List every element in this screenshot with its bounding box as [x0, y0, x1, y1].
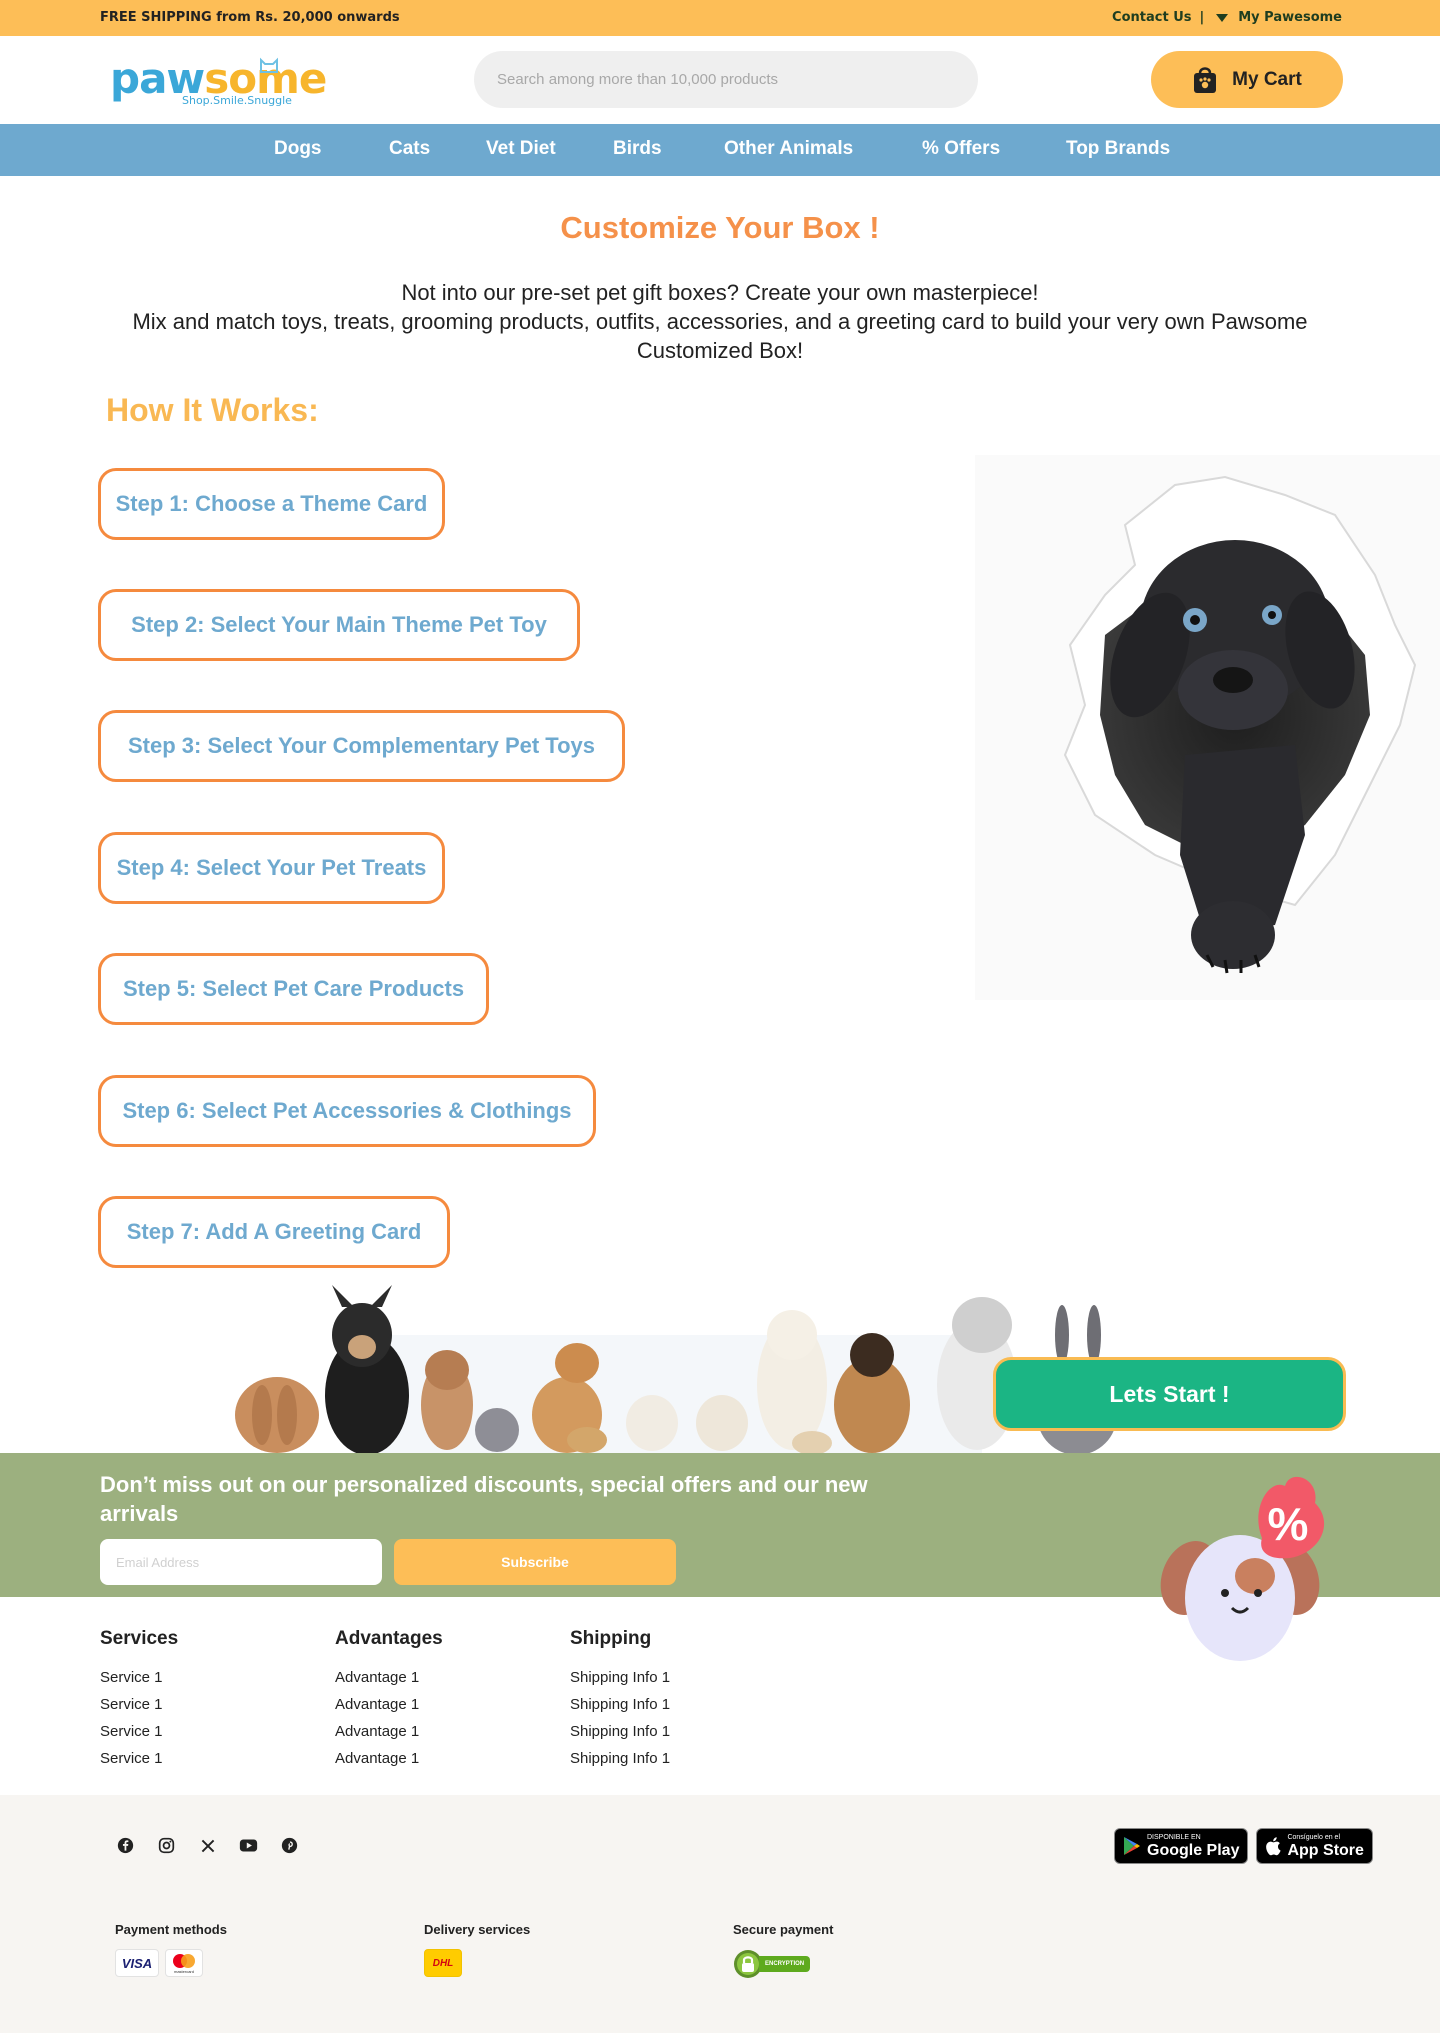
nav-item-birds[interactable]: Birds: [613, 138, 662, 160]
search-input[interactable]: [474, 51, 978, 108]
app-store-text: Consíguelo en el App Store: [1287, 1834, 1363, 1859]
google-play-badge[interactable]: DISPONIBLE EN Google Play: [1114, 1828, 1249, 1864]
instagram-icon[interactable]: [157, 1836, 176, 1855]
nav-item-offers[interactable]: % Offers: [922, 138, 1000, 160]
discount-dog-mascot-icon: %: [1160, 1476, 1325, 1661]
visa-badge: VISA: [115, 1949, 159, 1977]
google-play-small-text: DISPONIBLE EN: [1147, 1833, 1201, 1841]
logo-cat-icon: [260, 57, 278, 73]
facebook-icon[interactable]: [116, 1836, 135, 1855]
footer-advantage-link[interactable]: Advantage 1: [335, 1664, 443, 1691]
footer-advantages-column: Advantages Advantage 1 Advantage 1 Advan…: [335, 1628, 443, 1772]
dhl-badge: DHL: [424, 1949, 462, 1977]
social-links: [116, 1836, 299, 1855]
google-play-icon: [1124, 1837, 1140, 1855]
nav-item-other-animals[interactable]: Other Animals: [724, 138, 853, 160]
main-nav: Dogs Cats Vet Diet Birds Other Animals %…: [0, 124, 1440, 176]
nav-item-vet-diet[interactable]: Vet Diet: [486, 138, 556, 160]
intro-line-2: Mix and match toys, treats, grooming pro…: [132, 309, 1308, 363]
intro-line-1: Not into our pre-set pet gift boxes? Cre…: [401, 280, 1039, 305]
footer-advantage-link[interactable]: Advantage 1: [335, 1718, 443, 1745]
footer-service-link[interactable]: Service 1: [100, 1745, 178, 1772]
discount-percent-symbol: %: [1268, 1498, 1309, 1550]
delivery-services: Delivery services DHL: [424, 1922, 530, 1977]
encryption-label: ENCRYPTION: [759, 1956, 811, 1972]
logo-tagline: Shop.Smile.Snuggle: [182, 94, 292, 107]
footer-service-link[interactable]: Service 1: [100, 1691, 178, 1718]
app-store-badge[interactable]: Consíguelo en el App Store: [1256, 1828, 1373, 1864]
shopping-bag-icon: [1194, 66, 1217, 93]
app-store-small-text: Consíguelo en el: [1287, 1833, 1341, 1841]
cart-label: My Cart: [1232, 68, 1302, 90]
google-play-big-text: Google Play: [1147, 1841, 1240, 1859]
top-separator: |: [1199, 10, 1205, 25]
footer-service-link[interactable]: Service 1: [100, 1664, 178, 1691]
mastercard-badge: mastercard: [165, 1949, 203, 1977]
nav-item-dogs[interactable]: Dogs: [274, 138, 322, 160]
footer-shipping-link[interactable]: Shipping Info 1: [570, 1691, 670, 1718]
free-shipping-text: FREE SHIPPING from Rs. 20,000 onwards: [100, 10, 400, 25]
footer-services-column: Services Service 1 Service 1 Service 1 S…: [100, 1628, 178, 1772]
mastercard-icon: [173, 1953, 195, 1968]
my-cart-button[interactable]: My Cart: [1151, 51, 1343, 108]
nav-item-top-brands[interactable]: Top Brands: [1066, 138, 1170, 160]
secure-payment-title: Secure payment: [733, 1922, 834, 1937]
puppy-tearing-paper-image: [975, 455, 1440, 1000]
step-3-button[interactable]: Step 3: Select Your Complementary Pet To…: [98, 710, 625, 782]
newsletter-email-input[interactable]: [100, 1539, 382, 1585]
caret-down-icon[interactable]: [1216, 13, 1229, 22]
how-it-works-heading: How It Works:: [106, 392, 319, 428]
app-store-badges: DISPONIBLE EN Google Play Consíguelo en …: [1114, 1828, 1373, 1864]
payment-methods-title: Payment methods: [115, 1922, 227, 1937]
footer-shipping-link[interactable]: Shipping Info 1: [570, 1745, 670, 1772]
step-4-button[interactable]: Step 4: Select Your Pet Treats: [98, 832, 445, 904]
app-store-big-text: App Store: [1287, 1841, 1364, 1859]
step-6-button[interactable]: Step 6: Select Pet Accessories & Clothin…: [98, 1075, 596, 1147]
logo[interactable]: pawsome Shop.Smile.Snuggle: [108, 52, 327, 108]
youtube-icon[interactable]: [239, 1836, 258, 1855]
pinterest-icon[interactable]: [280, 1836, 299, 1855]
my-pawesome-link[interactable]: My Pawesome: [1238, 10, 1342, 25]
payment-methods: Payment methods VISA mastercard: [115, 1922, 227, 1977]
secure-payment: Secure payment ENCRYPTION: [733, 1922, 833, 1979]
intro-text: Not into our pre-set pet gift boxes? Cre…: [110, 278, 1330, 365]
step-5-button[interactable]: Step 5: Select Pet Care Products: [98, 953, 489, 1025]
step-2-button[interactable]: Step 2: Select Your Main Theme Pet Toy: [98, 589, 580, 661]
footer-shipping-title: Shipping: [570, 1628, 652, 1649]
footer-advantages-title: Advantages: [335, 1628, 443, 1649]
newsletter-message: Don’t miss out on our personalized disco…: [100, 1472, 868, 1526]
footer-shipping-link[interactable]: Shipping Info 1: [570, 1718, 670, 1745]
footer-service-link[interactable]: Service 1: [100, 1718, 178, 1745]
footer-advantage-link[interactable]: Advantage 1: [335, 1745, 443, 1772]
bottom-footer: DISPONIBLE EN Google Play Consíguelo en …: [0, 1795, 1440, 2033]
top-links: Contact Us | My Pawesome: [1112, 10, 1342, 25]
page-title: Customize Your Box !: [560, 210, 880, 245]
apple-icon: [1266, 1837, 1282, 1856]
site-header: pawsome Shop.Smile.Snuggle My Cart: [0, 36, 1440, 124]
step-7-button[interactable]: Step 7: Add A Greeting Card: [98, 1196, 450, 1268]
x-icon[interactable]: [198, 1836, 217, 1855]
footer-shipping-column: Shipping Shipping Info 1 Shipping Info 1…: [570, 1628, 670, 1772]
footer-services-title: Services: [100, 1628, 179, 1649]
footer-advantage-link[interactable]: Advantage 1: [335, 1691, 443, 1718]
step-1-button[interactable]: Step 1: Choose a Theme Card: [98, 468, 445, 540]
nav-item-cats[interactable]: Cats: [389, 138, 430, 160]
encryption-badge: ENCRYPTION: [733, 1949, 833, 1979]
footer-shipping-link[interactable]: Shipping Info 1: [570, 1664, 670, 1691]
google-play-text: DISPONIBLE EN Google Play: [1147, 1834, 1239, 1859]
delivery-services-title: Delivery services: [424, 1922, 531, 1937]
top-announcement-bar: FREE SHIPPING from Rs. 20,000 onwards Co…: [0, 0, 1440, 36]
contact-us-link[interactable]: Contact Us: [1112, 10, 1191, 25]
lets-start-button[interactable]: Lets Start !: [993, 1357, 1346, 1431]
subscribe-button[interactable]: Subscribe: [394, 1539, 676, 1585]
